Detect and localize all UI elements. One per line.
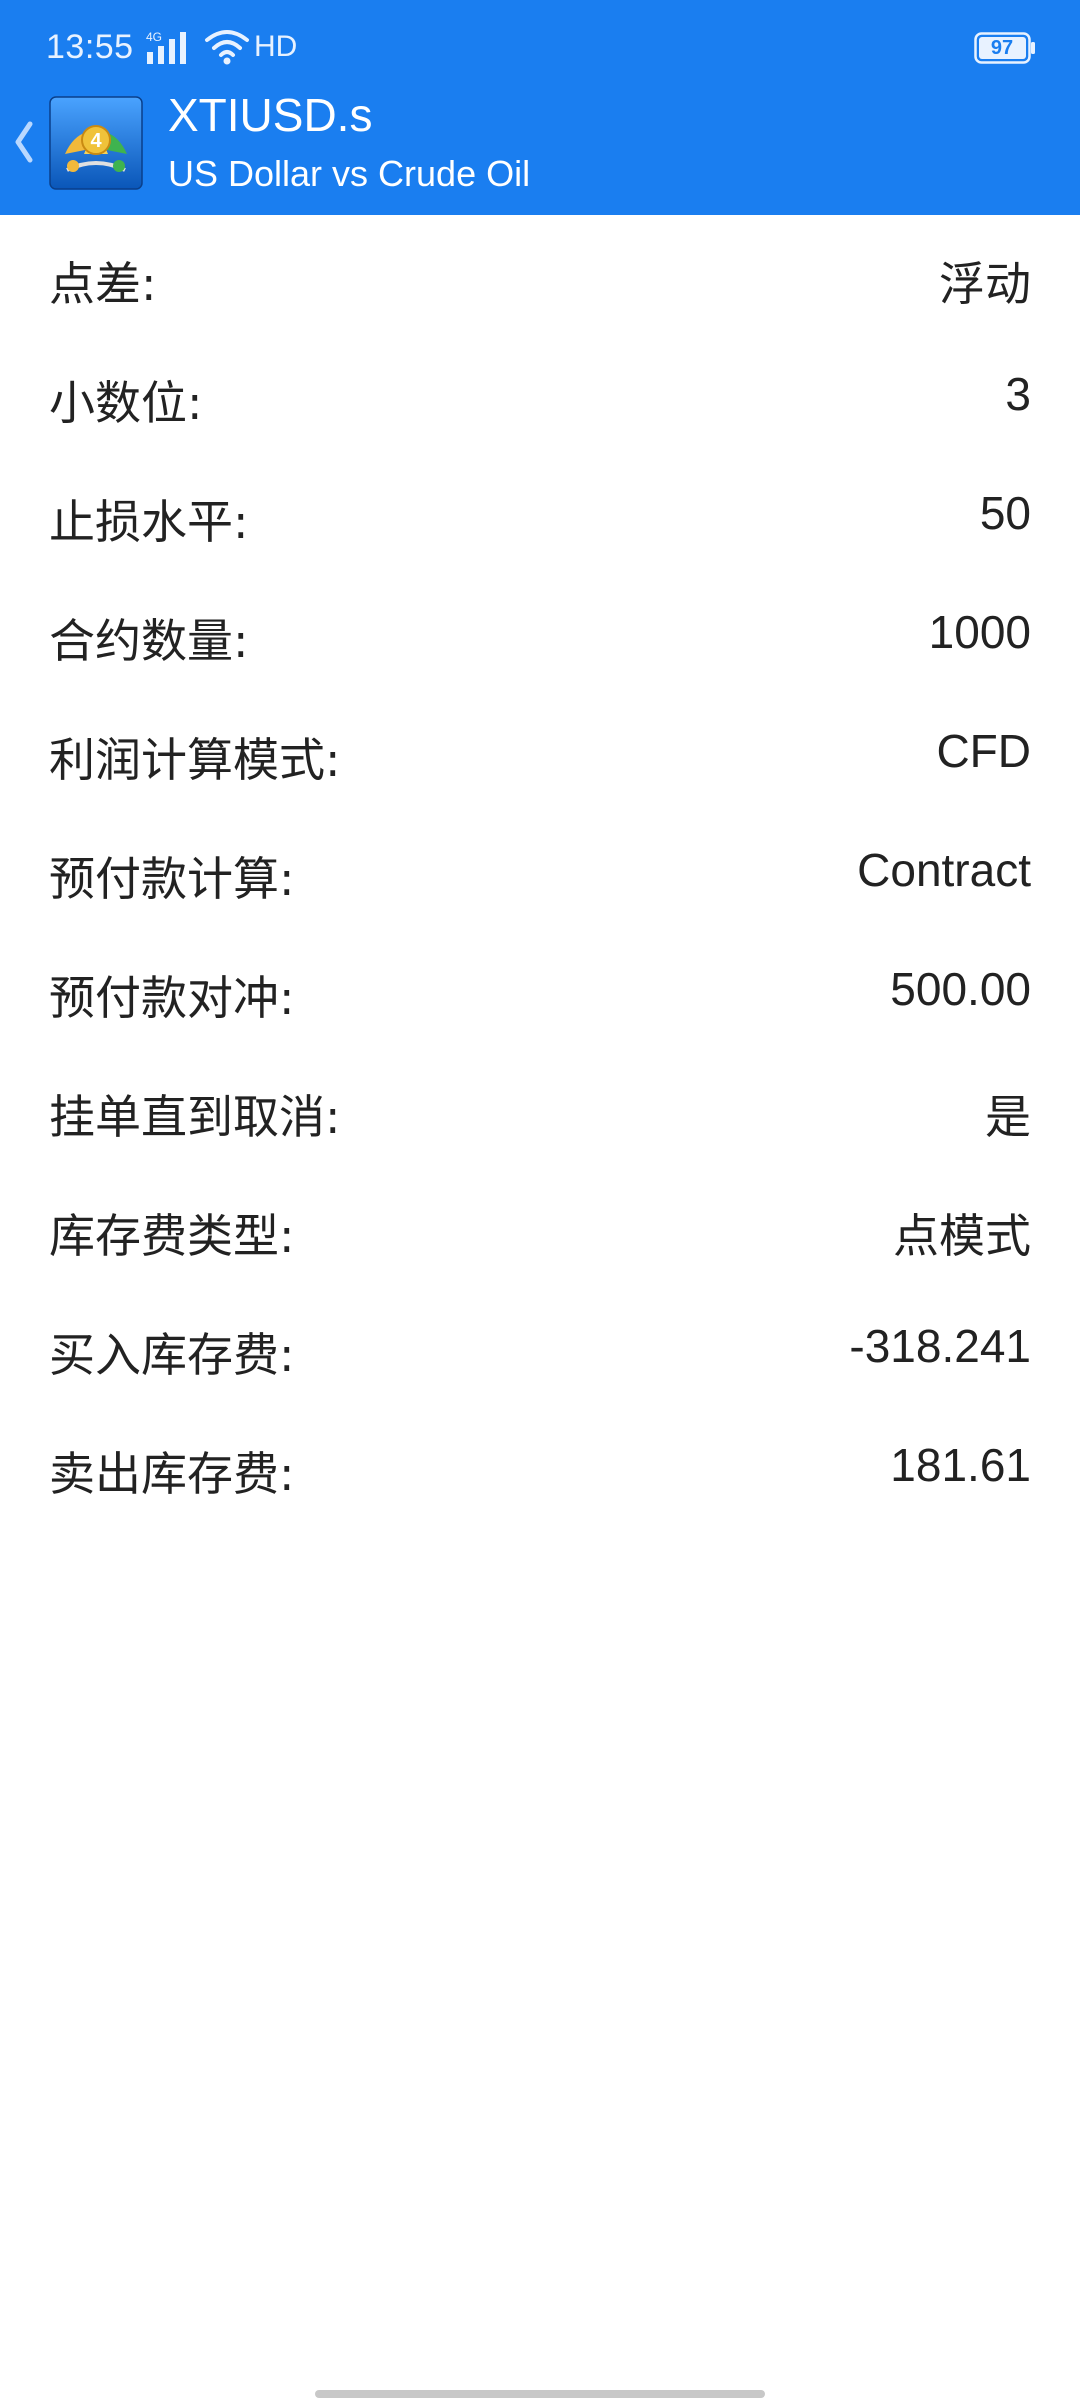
spec-value: 1000	[928, 606, 1031, 658]
spec-label: 库存费类型:	[49, 1209, 295, 1263]
app-header: 13:55 4G HD 97 4 XTIUSD.s US Dollar vs C…	[0, 0, 1080, 215]
hd-indicator: HD	[254, 30, 298, 63]
spec-label: 利润计算模式:	[49, 733, 341, 787]
svg-text:4: 4	[90, 130, 102, 152]
symbol-title: XTIUSD.s	[168, 89, 373, 141]
list-item-contract-size: 合约数量: 1000	[0, 575, 1080, 694]
list-item-swap-long: 买入库存费: -318.241	[0, 1289, 1080, 1408]
signal-icon: 4G	[146, 30, 186, 64]
spec-label: 预付款计算:	[49, 852, 295, 906]
home-indicator[interactable]	[315, 2390, 765, 2398]
list-item-swap-type: 库存费类型: 点模式	[0, 1170, 1080, 1289]
spec-value: 浮动	[939, 258, 1031, 310]
spec-label: 预付款对冲:	[49, 971, 295, 1025]
spec-label: 小数位:	[49, 376, 203, 430]
list-item-spread: 点差: 浮动	[0, 218, 1080, 337]
spec-value: 181.61	[890, 1439, 1031, 1491]
spec-value: Contract	[857, 844, 1031, 896]
list-item-digits: 小数位: 3	[0, 337, 1080, 456]
symbol-specification-list: 点差: 浮动 小数位: 3 止损水平: 50 合约数量: 1000 利润计算模式…	[0, 218, 1080, 1527]
chevron-left-icon[interactable]	[10, 118, 36, 166]
spec-value: 3	[1005, 368, 1031, 420]
wifi-icon	[205, 30, 249, 65]
spec-value: 点模式	[893, 1210, 1031, 1262]
list-item-margin-calc: 预付款计算: Contract	[0, 813, 1080, 932]
spec-value: -318.241	[849, 1320, 1031, 1372]
spec-value: CFD	[936, 725, 1031, 777]
spec-label: 买入库存费:	[49, 1328, 295, 1382]
spec-label: 卖出库存费:	[49, 1447, 295, 1501]
spec-label: 挂单直到取消:	[49, 1090, 341, 1144]
spec-value: 500.00	[890, 963, 1031, 1015]
list-item-profit-calc-mode: 利润计算模式: CFD	[0, 694, 1080, 813]
spec-value: 50	[979, 487, 1031, 539]
spec-label: 合约数量:	[49, 614, 249, 668]
metatrader-4-icon: 4	[49, 96, 143, 190]
spec-label: 点差:	[49, 257, 157, 311]
list-item-margin-hedge: 预付款对冲: 500.00	[0, 932, 1080, 1051]
network-type-label: 4G	[146, 30, 162, 44]
list-item-stops-level: 止损水平: 50	[0, 456, 1080, 575]
symbol-description: US Dollar vs Crude Oil	[168, 153, 531, 194]
status-bar: 13:55 4G HD 97	[0, 0, 1080, 96]
spec-label: 止损水平:	[49, 495, 249, 549]
spec-value: 是	[985, 1091, 1031, 1143]
status-time: 13:55	[46, 28, 134, 66]
list-item-swap-short: 卖出库存费: 181.61	[0, 1408, 1080, 1527]
list-item-gtc-pending: 挂单直到取消: 是	[0, 1051, 1080, 1170]
battery-level: 97	[990, 37, 1014, 59]
